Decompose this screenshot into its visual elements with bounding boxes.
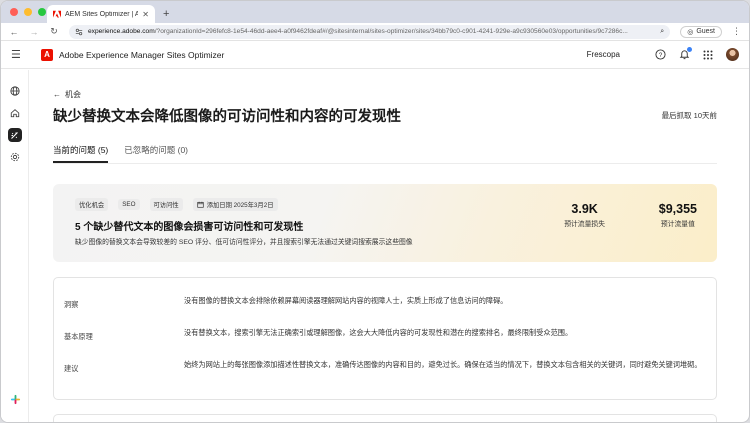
svg-text:?: ? xyxy=(658,52,662,59)
main-content: ← 机会 缺少替换文本会降低图像的可访问性和内容的可发现性 最后抓取 10天前 … xyxy=(53,70,717,422)
last-crawled-text: 最后抓取 10天前 xyxy=(661,111,717,120)
stat-traffic-value: $9,355 预计流量值 xyxy=(659,202,697,228)
detail-key: 洞察 xyxy=(64,300,79,309)
app-name: Adobe Experience Manager Sites Optimizer xyxy=(59,49,225,60)
stat-traffic-loss-label: 预计流量损失 xyxy=(564,221,605,228)
user-avatar[interactable] xyxy=(726,48,739,61)
stat-traffic-loss: 3.9K 预计流量损失 xyxy=(564,202,605,228)
opportunities-icon[interactable] xyxy=(7,128,22,142)
back-nav-icon[interactable]: ← xyxy=(9,27,19,37)
tab-ignored-issues[interactable]: 已忽略的问题 (0) xyxy=(124,144,188,163)
opportunity-summary-card: 优化机会 SEO 可访问性 添加日期 2025年3月2日 5 个缺少替代文本的图… xyxy=(53,184,717,262)
help-icon[interactable]: ? xyxy=(654,49,666,61)
profile-label: Guest xyxy=(696,28,715,35)
detail-text: 没有替换文本，搜索引擎无法正确索引或理解图像，这会大大降低内容的可发现性和潜在的… xyxy=(184,328,573,337)
stat-traffic-loss-value: 3.9K xyxy=(571,202,598,216)
date-added-text: 添加日期 2025年3月2日 xyxy=(206,202,274,209)
notification-badge xyxy=(687,46,692,52)
back-link-label: 机会 xyxy=(65,90,81,99)
back-link[interactable]: ← 机会 xyxy=(53,89,717,100)
calendar-icon xyxy=(197,201,204,208)
minimize-window-button[interactable] xyxy=(24,8,32,16)
page-title: 缺少替换文本会降低图像的可访问性和内容的可发现性 xyxy=(53,109,401,125)
detail-key: 基本原理 xyxy=(64,332,93,341)
address-bar[interactable]: experience.adobe.com/?organizationId=296… xyxy=(69,24,671,39)
profile-button[interactable]: ◎ Guest xyxy=(680,25,722,38)
issue-tabs: 当前的问题 (5) 已忽略的问题 (0) xyxy=(53,144,717,164)
tag-optimization: 优化机会 xyxy=(75,198,109,211)
settings-gear-icon[interactable] xyxy=(8,150,22,164)
new-tab-button[interactable]: + xyxy=(163,8,169,20)
stat-traffic-value-label: 预计流量值 xyxy=(660,221,695,228)
adobe-logo-icon: A xyxy=(41,48,53,61)
date-added-badge: 添加日期 2025年3月2日 xyxy=(192,198,278,211)
hamburger-menu-icon[interactable]: ☰ xyxy=(11,48,29,61)
detail-row-recommendation: 建议 始终为网站上的每张图像添加描述性替换文本，准确传达图像的内容和目的，避免过… xyxy=(64,359,706,374)
url-text: experience.adobe.com/?organizationId=296… xyxy=(88,28,628,35)
tab-current-issues[interactable]: 当前的问题 (5) xyxy=(53,144,109,163)
person-icon: ◎ xyxy=(687,28,694,36)
forward-nav-icon[interactable]: → xyxy=(29,27,39,37)
tab-strip: AEM Sites Optimizer | Adob ✕ + xyxy=(1,1,749,23)
detail-text: 始终为网站上的每张图像添加描述性替换文本，准确传达图像的内容和目的，避免过长。确… xyxy=(184,360,702,369)
browser-menu-icon[interactable]: ⋮ xyxy=(732,26,741,37)
browser-toolbar: ← → ↻ experience.adobe.com/?organization… xyxy=(1,23,749,41)
arrow-left-icon: ← xyxy=(53,90,61,99)
opportunity-description: 缺少图像的替换文本会导致较差的 SEO 评分、低可访问性评分，并且搜索引擎无法通… xyxy=(75,239,413,246)
apps-grid-icon[interactable] xyxy=(702,49,714,61)
org-switcher[interactable]: Frescopa xyxy=(587,50,620,59)
reload-icon[interactable]: ↻ xyxy=(49,26,59,37)
window-controls xyxy=(10,8,46,16)
detail-row-rationale: 基本原理 没有替换文本，搜索引擎无法正确索引或理解图像，这会大大降低内容的可发现… xyxy=(64,327,706,342)
left-nav-rail xyxy=(1,70,29,422)
tag-accessibility: 可访问性 xyxy=(149,198,183,211)
app-header: ☰ A Adobe Experience Manager Sites Optim… xyxy=(1,41,749,69)
detail-text: 没有图像的替换文本会排除依赖屏幕阅读器理解网站内容的视障人士，实质上形成了信息访… xyxy=(184,296,508,305)
detail-key: 建议 xyxy=(64,364,79,373)
browser-tab[interactable]: AEM Sites Optimizer | Adob ✕ xyxy=(47,5,155,23)
site-info-icon[interactable] xyxy=(75,28,83,36)
tab-title: AEM Sites Optimizer | Adob xyxy=(65,10,138,18)
details-card: 洞察 没有图像的替换文本会排除依赖屏幕阅读器理解网站内容的视障人士，实质上形成了… xyxy=(53,277,717,400)
notifications-bell-icon[interactable] xyxy=(678,46,692,61)
browser-window: AEM Sites Optimizer | Adob ✕ + ← → ↻ exp… xyxy=(0,0,750,423)
maximize-window-button[interactable] xyxy=(38,8,46,16)
zoom-icon[interactable]: ⌕ xyxy=(660,28,664,36)
stat-traffic-value-value: $9,355 xyxy=(658,202,697,216)
slack-icon[interactable] xyxy=(8,394,22,408)
next-card xyxy=(53,414,717,422)
detail-row-insight: 洞察 没有图像的替换文本会排除依赖屏幕阅读器理解网站内容的视障人士，实质上形成了… xyxy=(64,295,706,310)
tag-seo: SEO xyxy=(118,199,140,210)
adobe-favicon-icon xyxy=(53,10,61,18)
home-icon[interactable] xyxy=(8,106,22,120)
globe-icon[interactable] xyxy=(8,84,22,98)
close-window-button[interactable] xyxy=(10,8,18,16)
close-tab-icon[interactable]: ✕ xyxy=(142,10,149,19)
